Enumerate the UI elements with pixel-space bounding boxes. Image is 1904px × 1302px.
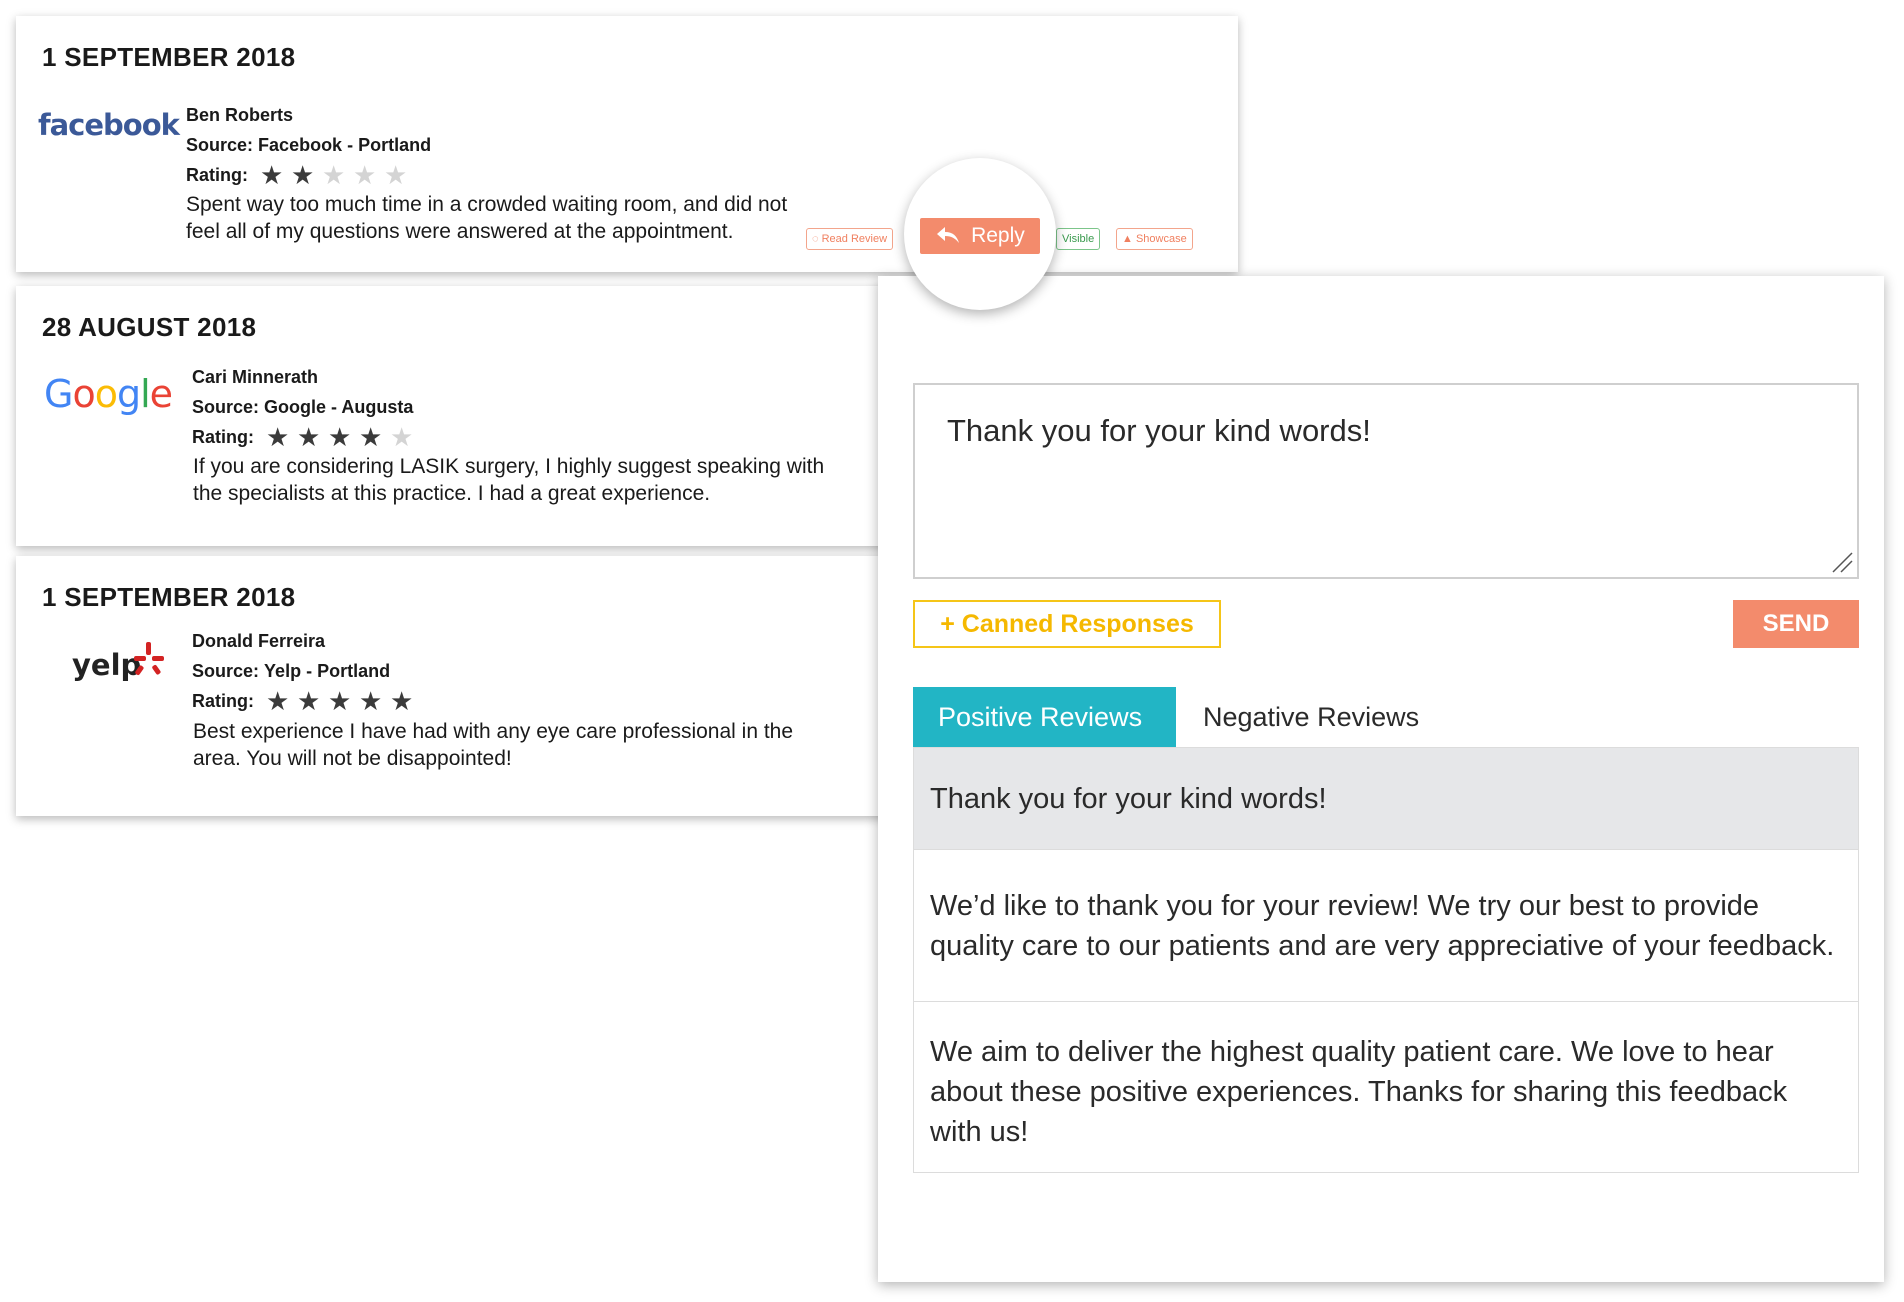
yelp-burst-icon <box>134 642 164 676</box>
rating-label: Rating: <box>192 427 254 447</box>
tab-positive-reviews[interactable]: Positive Reviews <box>913 687 1176 747</box>
star-icon: ★ <box>353 160 377 190</box>
star-icon: ★ <box>291 160 315 190</box>
star-icon: ★ <box>390 686 414 716</box>
star-icon: ★ <box>297 686 321 716</box>
canned-response-item[interactable]: We aim to deliver the highest quality pa… <box>914 1002 1858 1172</box>
trophy-icon: ▲ <box>1122 233 1133 245</box>
review-meta: Cari Minnerath Source: Google - Augusta … <box>192 362 421 452</box>
google-logo: Google <box>44 372 173 416</box>
rating-stars: ★ ★ ★ ★ ★ <box>260 161 415 189</box>
tab-negative-reviews[interactable]: Negative Reviews <box>1178 687 1444 747</box>
star-icon: ★ <box>328 422 352 452</box>
showcase-button[interactable]: ▲ Showcase <box>1116 228 1193 250</box>
star-icon: ★ <box>384 160 408 190</box>
source-value: Facebook - Portland <box>258 135 432 155</box>
reply-button[interactable]: Reply <box>920 218 1040 254</box>
rating-stars: ★ ★ ★ ★ ★ <box>266 423 421 451</box>
source-label: Source: <box>186 135 254 155</box>
canned-responses-button[interactable]: + Canned Responses <box>913 600 1221 648</box>
resize-handle-icon[interactable] <box>1831 551 1853 573</box>
reviewer-name: Ben Roberts <box>186 105 294 125</box>
reply-arrow-icon <box>937 227 960 243</box>
review-date: 1 SEPTEMBER 2018 <box>42 42 296 72</box>
source-value: Yelp - Portland <box>264 661 391 681</box>
review-date: 28 AUGUST 2018 <box>42 312 257 342</box>
star-icon: ★ <box>328 686 352 716</box>
rating-label: Rating: <box>192 691 254 711</box>
review-date: 1 SEPTEMBER 2018 <box>42 582 296 612</box>
canned-response-list: Thank you for your kind words! We’d like… <box>913 747 1859 1173</box>
canned-response-item[interactable]: We’d like to thank you for your review! … <box>914 850 1858 1002</box>
review-text: Best experience I have had with any eye … <box>193 720 794 770</box>
star-icon: ★ <box>390 422 414 452</box>
facebook-logo: facebook <box>38 108 180 142</box>
star-icon: ★ <box>266 422 290 452</box>
rating-stars: ★ ★ ★ ★ ★ <box>266 687 421 715</box>
review-meta: Ben Roberts Source: Facebook - Portland … <box>186 100 431 190</box>
source-value: Google - Augusta <box>264 397 414 417</box>
rating-label: Rating: <box>186 165 248 185</box>
review-meta: Donald Ferreira Source: Yelp - Portland … <box>192 626 421 716</box>
star-icon: ★ <box>322 160 346 190</box>
send-button[interactable]: SEND <box>1733 600 1859 648</box>
review-text: Spent way too much time in a crowded wai… <box>186 193 788 243</box>
source-label: Source: <box>192 661 260 681</box>
eye-icon: ◌ <box>812 233 819 245</box>
star-icon: ★ <box>359 686 383 716</box>
reply-panel: Thank you for your kind words! + Canned … <box>878 276 1884 1282</box>
star-icon: ★ <box>266 686 290 716</box>
read-review-button[interactable]: ◌ Read Review <box>806 228 894 250</box>
star-icon: ★ <box>260 160 284 190</box>
reviewer-name: Donald Ferreira <box>192 631 326 651</box>
review-text: If you are considering LASIK surgery, I … <box>193 455 825 505</box>
visible-button[interactable]: Visible <box>1056 228 1101 250</box>
star-icon: ★ <box>359 422 383 452</box>
reviewer-name: Cari Minnerath <box>192 367 319 387</box>
reply-textarea[interactable]: Thank you for your kind words! <box>913 383 1859 579</box>
yelp-logo: yelp <box>72 642 182 698</box>
source-label: Source: <box>192 397 260 417</box>
canned-response-item[interactable]: Thank you for your kind words! <box>914 748 1858 850</box>
star-icon: ★ <box>297 422 321 452</box>
